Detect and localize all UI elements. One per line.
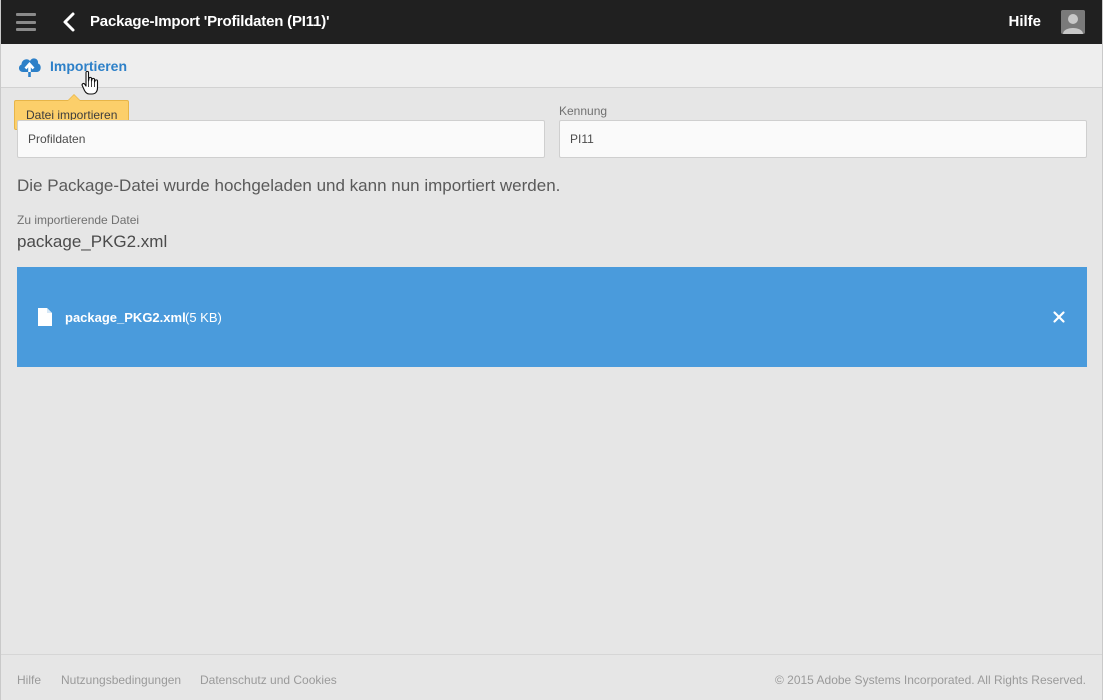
upload-status-message: Die Package-Datei wurde hochgeladen und …	[17, 176, 561, 195]
page-title: Package-Import 'Profildaten (PI11)'	[90, 13, 330, 30]
help-link[interactable]: Hilfe	[1008, 13, 1041, 30]
import-button[interactable]: Importieren	[17, 54, 127, 78]
copyright-notice: © 2015 Adobe Systems Incorporated. All R…	[774, 673, 1086, 687]
remove-file-button[interactable]	[1051, 309, 1067, 325]
back-button[interactable]	[59, 10, 79, 34]
app-window: Package-Import 'Profildaten (PI11)' Hilf…	[0, 0, 1103, 700]
document-icon	[38, 308, 52, 326]
uploaded-file-panel: package_PKG2.xml (5 KB)	[17, 267, 1087, 367]
footer-link-terms[interactable]: Nutzungsbedingungen	[61, 673, 181, 687]
file-to-import-label: Zu importierende Datei	[17, 213, 140, 227]
uploaded-file-size: (5 KB)	[185, 310, 222, 325]
hamburger-menu-icon[interactable]	[16, 13, 36, 31]
footer: Hilfe Nutzungsbedingungen Datenschutz un…	[1, 654, 1102, 700]
close-icon	[1053, 311, 1065, 323]
top-bar: Package-Import 'Profildaten (PI11)' Hilf…	[1, 0, 1102, 44]
id-field-label: Kennung	[559, 104, 608, 118]
uploaded-file-name: package_PKG2.xml	[65, 310, 186, 325]
id-input[interactable]	[559, 120, 1087, 158]
user-avatar-icon[interactable]	[1061, 10, 1085, 34]
file-to-import-name: package_PKG2.xml	[17, 232, 168, 251]
cloud-upload-icon	[18, 58, 41, 77]
action-toolbar: Importieren	[1, 44, 1102, 88]
chevron-left-icon	[63, 12, 75, 32]
footer-link-help[interactable]: Hilfe	[17, 673, 41, 687]
footer-link-privacy[interactable]: Datenschutz und Cookies	[200, 673, 337, 687]
hand-cursor-icon	[81, 70, 99, 95]
label-input[interactable]	[17, 120, 545, 158]
